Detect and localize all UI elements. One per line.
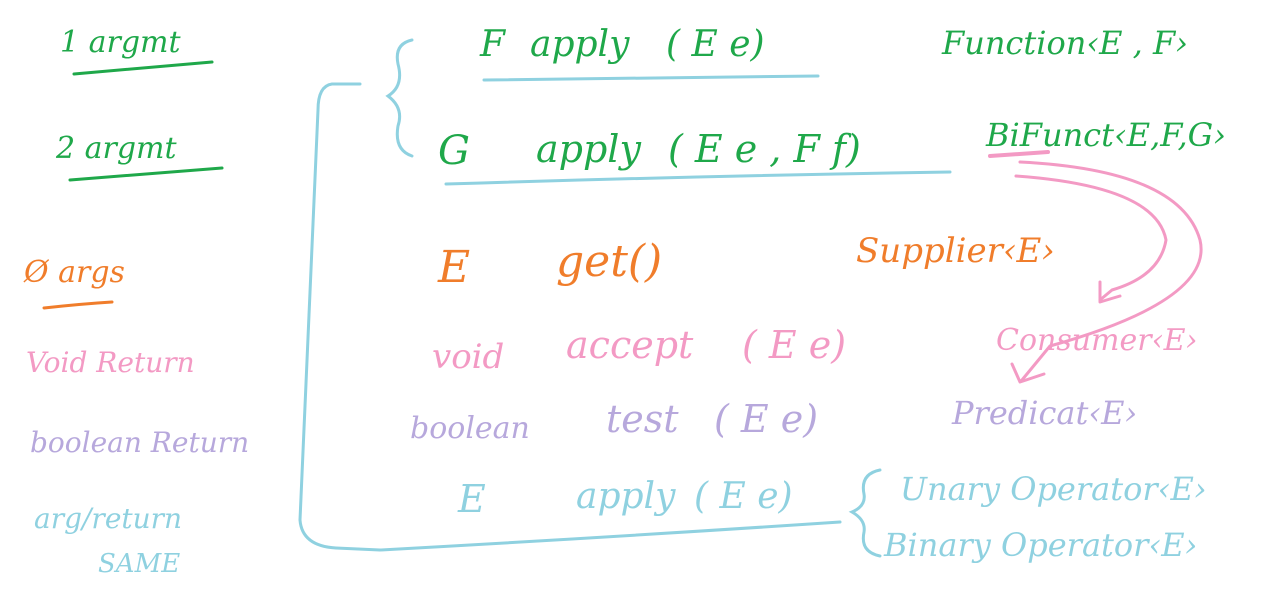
underline-two-arg <box>68 166 224 182</box>
unary-params: ( E e) <box>694 476 793 517</box>
predicate-return-type: boolean <box>410 411 530 446</box>
supplier-return-type: E <box>437 242 470 293</box>
whiteboard-canvas: 1 argmt 2 argmt Ø args Void Return boole… <box>23 24 1226 579</box>
consumer-method-name: accept <box>566 323 694 367</box>
underline-one-arg <box>72 60 214 76</box>
predicate-method-name: test <box>606 397 679 441</box>
consumer-return-type: void <box>432 337 504 377</box>
function-interface: Function‹E , F› <box>941 24 1188 62</box>
function-params: ( E e) <box>666 24 765 65</box>
underline-zero-args <box>42 300 114 310</box>
function-method-name: apply <box>530 24 630 65</box>
function-return-type: F <box>479 24 507 65</box>
note-two-arg: 2 argmt <box>55 131 178 166</box>
curly-brace-operators <box>848 468 882 558</box>
unary-operator-interface: Unary Operator‹E› <box>900 470 1207 508</box>
consumer-interface: Consumer‹E› <box>996 323 1198 358</box>
underline-function <box>482 74 820 82</box>
underline-bifunction <box>444 170 952 186</box>
predicate-params: ( E e) <box>714 397 818 441</box>
supplier-method-name: get() <box>556 236 662 287</box>
consumer-params: ( E e) <box>742 323 846 367</box>
predicate-interface: Predicat‹E› <box>951 394 1137 432</box>
bifunction-params: ( E e , F f) <box>668 127 861 171</box>
bifunction-return-type: G <box>438 128 470 174</box>
note-zero-args: Ø args <box>23 255 125 290</box>
note-void-return: Void Return <box>26 346 195 379</box>
curly-brace-top <box>385 38 414 158</box>
supplier-interface: Supplier‹E› <box>856 231 1055 271</box>
note-same: SAME <box>98 549 180 579</box>
note-one-arg: 1 argmt <box>60 25 182 60</box>
unary-return-type: E <box>457 477 486 521</box>
bifunction-interface: BiFunct‹E,F,G› <box>985 116 1226 154</box>
bifunction-method-name: apply <box>536 127 641 171</box>
note-boolean-return: boolean Return <box>30 426 249 459</box>
unary-method-name: apply <box>576 476 676 517</box>
binary-operator-interface: Binary Operator‹E› <box>883 526 1197 564</box>
note-arg-return: arg/return <box>34 502 182 535</box>
